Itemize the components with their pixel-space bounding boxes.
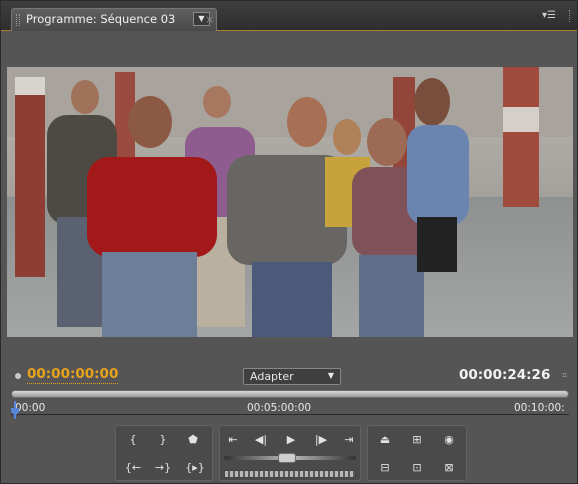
panel-grip-icon[interactable] xyxy=(569,10,572,22)
extract-button[interactable]: ⊞ xyxy=(406,430,428,450)
go-to-next-edit-button[interactable]: ⇥ xyxy=(338,430,360,450)
ruler-ticks xyxy=(11,414,569,419)
zoom-fit-select[interactable]: Adapter ▼ xyxy=(243,368,341,385)
go-to-out-button[interactable]: →} xyxy=(152,458,174,478)
go-to-previous-edit-button[interactable]: ⇤ xyxy=(222,430,244,450)
transport-controls: { } ⬟ {← →} {▸} ⇤ ◀| ▶ |▶ ⇥ ⏏ ⊞ ◉ ⊟ ⊡ ⊠ xyxy=(115,425,467,481)
go-to-in-button[interactable]: {← xyxy=(122,458,144,478)
ruler-label: 00:00 xyxy=(15,402,46,414)
tab-title: Programme: Séquence 03 xyxy=(26,12,176,26)
add-marker-button[interactable]: ⬟ xyxy=(182,430,204,450)
mark-in-button[interactable]: { xyxy=(122,430,144,450)
output-icon[interactable]: ◉ xyxy=(438,430,460,450)
edit-controls: ⏏ ⊞ ◉ ⊟ ⊡ ⊠ xyxy=(367,425,467,481)
video-image xyxy=(7,67,573,337)
time-ruler[interactable]: 00:00 00:05:00:00 00:10:00: xyxy=(11,400,569,419)
lift-button[interactable]: ⏏ xyxy=(374,430,396,450)
play-button[interactable]: ▶ xyxy=(280,430,302,450)
ruler-label: 00:05:00:00 xyxy=(247,402,312,414)
playhead-line xyxy=(14,401,16,419)
video-frame xyxy=(7,67,573,337)
play-in-to-out-button[interactable]: {▸} xyxy=(182,458,208,478)
marker-controls: { } ⬟ {← →} {▸} xyxy=(115,425,213,481)
export-frame-button[interactable]: ⊡ xyxy=(406,458,428,478)
shuttle-handle[interactable] xyxy=(278,453,296,463)
program-monitor-panel: Programme: Séquence 03 ▼ × ▾☰ 00:00:00:0… xyxy=(0,0,578,484)
duration-timecode: 00:00:24:26 xyxy=(459,367,551,383)
timecode-indicator-icon xyxy=(15,373,21,379)
playback-controls: ⇤ ◀| ▶ |▶ ⇥ xyxy=(219,425,361,481)
ruler-label: 00:10:00: xyxy=(514,402,565,414)
zoom-fit-value: Adapter xyxy=(250,370,294,383)
step-back-button[interactable]: ◀| xyxy=(250,430,272,450)
playhead[interactable] xyxy=(11,401,19,419)
mark-out-button[interactable]: } xyxy=(152,430,174,450)
jog-disk[interactable] xyxy=(224,470,356,478)
close-icon[interactable]: × xyxy=(205,13,214,26)
panel-tab-bar: Programme: Séquence 03 ▼ × ▾☰ xyxy=(1,1,577,31)
step-forward-button[interactable]: |▶ xyxy=(310,430,332,450)
settings-icon[interactable]: ⌗ xyxy=(562,371,567,381)
tab-grip-icon[interactable] xyxy=(16,14,20,26)
zoom-scroll-bar[interactable] xyxy=(11,390,569,398)
multi-camera-button[interactable]: ⊠ xyxy=(438,458,460,478)
panel-menu-icon[interactable]: ▾☰ xyxy=(542,10,556,21)
trim-monitor-button[interactable]: ⊟ xyxy=(374,458,396,478)
chevron-down-icon: ▼ xyxy=(327,371,334,380)
current-timecode[interactable]: 00:00:00:00 xyxy=(27,366,119,384)
tab-program[interactable]: Programme: Séquence 03 ▼ xyxy=(11,8,217,31)
